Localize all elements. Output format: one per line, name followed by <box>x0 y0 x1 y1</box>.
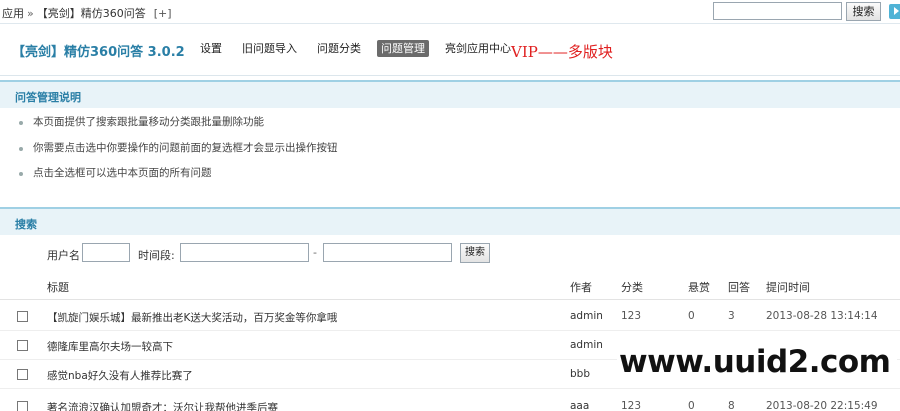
table-row: 【凯旋门娱乐城】最新推出老K送大奖活动，百万奖金等你拿哦 admin 123 0… <box>0 302 900 331</box>
search-submit-button[interactable]: 搜索 <box>460 243 490 263</box>
reward-cell: 0 <box>688 310 695 322</box>
table-header: 标题 作者 分类 悬赏 回答 提问时间 <box>0 272 900 300</box>
answers-cell: 8 <box>728 400 735 411</box>
add-shortcut-link[interactable]: [+] <box>154 7 172 20</box>
category-cell: 123 <box>621 400 642 411</box>
question-title-link[interactable]: 德隆库里高尔夫场一较高下 <box>47 339 173 354</box>
nav-import[interactable]: 旧问题导入 <box>238 40 301 57</box>
author-cell: aaa <box>570 400 590 411</box>
nav-question-management[interactable]: 问题管理 <box>377 40 429 57</box>
search-form: 用户名 时间段: - 搜索 <box>0 242 900 266</box>
breadcrumb: 应用» 【亮剑】精仿360问答 [+] <box>2 5 172 21</box>
help-section-title: 问答管理说明 <box>15 91 81 104</box>
row-checkbox[interactable] <box>17 311 28 322</box>
question-title-link[interactable]: 著名流浪汉确认加盟奇才：沃尔让我帮他进季后赛 <box>47 400 278 411</box>
question-title-link[interactable]: 感觉nba好久没有人推荐比赛了 <box>47 368 193 383</box>
col-category: 分类 <box>621 281 643 294</box>
row-checkbox[interactable] <box>17 369 28 380</box>
username-input[interactable] <box>82 243 130 262</box>
help-tip: 你需要点击选中你要操作的问题前面的复选框才会显示出操作按钮 <box>15 136 338 162</box>
start-date-input[interactable] <box>180 243 309 262</box>
row-checkbox[interactable] <box>17 401 28 411</box>
top-bar: 应用» 【亮剑】精仿360问答 [+] 搜索 <box>0 0 900 24</box>
global-search-input[interactable] <box>713 2 842 20</box>
nav-settings[interactable]: 设置 <box>196 40 226 57</box>
answers-cell: 3 <box>728 310 735 322</box>
author-cell: bbb <box>570 368 590 380</box>
time-cell: 2013-08-20 22:15:49 <box>766 400 878 411</box>
reward-cell: 0 <box>688 400 695 411</box>
plugin-nav: 设置 旧问题导入 问题分类 问题管理 亮剑应用中心 <box>196 40 527 58</box>
search-section-title: 搜索 <box>15 218 37 231</box>
play-icon[interactable] <box>889 4 900 19</box>
table-row: 著名流浪汉确认加盟奇才：沃尔让我帮他进季后赛 aaa 123 0 8 2013-… <box>0 392 900 411</box>
category-cell: 123 <box>621 310 642 322</box>
col-author: 作者 <box>570 281 592 294</box>
breadcrumb-separator: » <box>27 7 34 20</box>
help-tips: 本页面提供了搜索跟批量移动分类跟批量删除功能 你需要点击选中你要操作的问题前面的… <box>15 110 338 187</box>
author-cell: admin <box>570 310 603 322</box>
time-cell: 2013-08-28 13:14:14 <box>766 310 878 322</box>
search-section-header: 搜索 <box>0 207 900 235</box>
plugin-header: 【亮剑】精仿360问答 3.0.2 设置 旧问题导入 问题分类 问题管理 亮剑应用中心 … <box>0 24 900 76</box>
vip-note: VIP——多版块 <box>511 43 613 61</box>
col-answers: 回答 <box>728 281 750 294</box>
help-section-header: 问答管理说明 <box>0 80 900 108</box>
col-time: 提问时间 <box>766 281 810 294</box>
username-label: 用户名 <box>47 249 80 262</box>
col-title: 标题 <box>47 281 69 294</box>
col-reward: 悬赏 <box>688 281 710 294</box>
question-title-link[interactable]: 【凯旋门娱乐城】最新推出老K送大奖活动，百万奖金等你拿哦 <box>47 310 337 325</box>
nav-app-center[interactable]: 亮剑应用中心 <box>441 40 515 57</box>
period-label: 时间段: <box>138 249 175 262</box>
help-tip: 点击全选框可以选中本页面的所有问题 <box>15 161 338 187</box>
watermark: www.uuid2.com <box>617 344 897 382</box>
author-cell: admin <box>570 339 603 351</box>
breadcrumb-apps[interactable]: 应用 <box>2 7 24 20</box>
breadcrumb-plugin[interactable]: 【亮剑】精仿360问答 <box>37 7 146 20</box>
end-date-input[interactable] <box>323 243 452 262</box>
help-tip: 本页面提供了搜索跟批量移动分类跟批量删除功能 <box>15 110 338 136</box>
date-range-dash: - <box>313 246 317 259</box>
global-search-button[interactable]: 搜索 <box>846 2 881 21</box>
app-title: 【亮剑】精仿360问答 3.0.2 <box>12 45 185 60</box>
nav-categories[interactable]: 问题分类 <box>313 40 365 57</box>
row-checkbox[interactable] <box>17 340 28 351</box>
